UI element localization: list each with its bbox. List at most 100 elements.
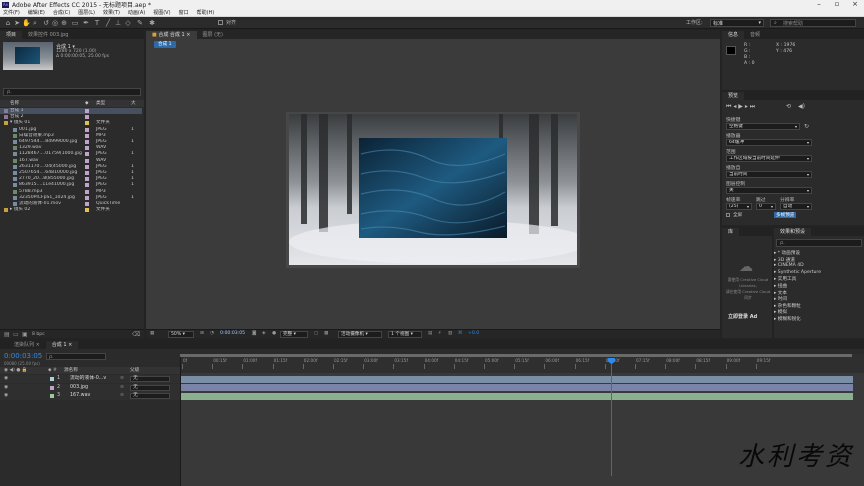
resolution-select[interactable]: 完整 ▾ [280,331,308,338]
effects-category-item[interactable]: ▸ 扭曲 [774,283,787,289]
pan-behind-tool-icon[interactable]: ⊕ [60,19,68,27]
shortcut-select[interactable]: 空格键 ▾ [726,123,800,130]
play-from-select[interactable]: 当前时间 ▾ [726,171,812,178]
fullscreen-checkbox[interactable] [726,213,730,217]
project-item[interactable]: 32350PICFpS1_1024.jpg JPEG 1 [0,195,142,201]
reset-icon[interactable]: ↻ [804,123,809,130]
label-color-swatch[interactable] [85,189,89,194]
label-color-swatch[interactable] [85,208,89,213]
menu-file[interactable]: 文件(F) [3,9,20,16]
effects-category-item[interactable]: ▸ 时间 [774,296,787,302]
rotate-tool-icon[interactable]: ↺ [42,19,50,27]
audio-icon[interactable]: ◀) [798,103,805,110]
video-visibility-icon[interactable]: ◉ [4,384,8,392]
views-select[interactable]: 1 个视图 ▾ [388,331,422,338]
first-frame-icon[interactable]: ⏮ [726,103,731,110]
trash-icon[interactable]: ⌫ [132,331,140,338]
skip-select[interactable]: 0 ▾ [756,203,776,210]
project-item[interactable]: ▸ 镜头 02 文件夹 [0,207,142,213]
new-folder-icon[interactable]: ▭ [13,331,19,338]
interpret-footage-icon[interactable]: ▤ [4,331,10,338]
label-color-swatch[interactable] [85,133,89,138]
range-select[interactable]: 工作区域按当前时间延伸 ▾ [726,155,812,162]
project-item[interactable]: 001.jpg JPEG 1 [0,127,142,133]
sign-in-button[interactable]: 立即登录 Ad [728,313,757,320]
project-item[interactable]: 863915....11e41000.jpg JPEG 1 [0,182,142,188]
playhead-line[interactable] [611,358,612,476]
label-col-icon[interactable]: ◆ [85,100,89,107]
layer-switch-icon[interactable]: ⊘ [120,384,124,392]
project-item[interactable]: 合成 1 [0,108,142,114]
comp-breadcrumb[interactable]: 合成 1 [154,41,176,48]
col-name[interactable]: 名称 [10,100,19,107]
play-icon[interactable]: ▶ [738,103,743,110]
project-item[interactable]: 2770_20...8(855000.jpg JPEG 1 [0,176,142,182]
bpc-label[interactable]: 8 bpc [32,332,45,337]
comp-timecode[interactable]: 0:00:03:05 [220,330,245,338]
transparency-grid-icon[interactable]: ▩ [324,330,328,338]
tab-preview[interactable]: 预览 [722,92,745,100]
effects-search-input[interactable]: ρ. [776,239,862,247]
layer-name[interactable]: 003.jpg [70,384,88,392]
camera-select[interactable]: 活动摄像机 ▾ [338,331,382,338]
tab-info[interactable]: 信息 [722,31,745,39]
menu-animation[interactable]: 动画(A) [128,9,145,16]
prev-frame-icon[interactable]: ◂ [733,103,736,110]
next-frame-icon[interactable]: ▸ [745,103,748,110]
menu-edit[interactable]: 编辑(E) [28,9,45,16]
effects-category-item[interactable]: ▸ 模糊和锐化 [774,316,801,322]
minimize-button[interactable]: – [810,0,828,9]
brush-tool-icon[interactable]: ╱ [104,19,112,27]
layer-label-color[interactable] [50,377,54,381]
comp-canvas[interactable] [289,114,577,265]
project-item[interactable]: 2507654....64810000.jpg JPEG 1 [0,170,142,176]
grid-icon[interactable]: ⊞ [200,330,204,338]
toggle-pixel-aspect-icon[interactable]: ▤ [428,330,432,338]
mask-visibility-icon[interactable]: ◔ [210,330,214,338]
project-item[interactable]: 流动的液体-01.mov QuickTime [0,201,142,207]
always-preview-icon[interactable]: ▦ [150,330,154,338]
layer-duration-bar[interactable] [181,384,853,391]
layer-duration-bar[interactable] [181,392,853,400]
project-item[interactable]: 合成 2 [0,114,142,120]
project-item[interactable]: 2631170....04(45000.jpg JPEG 1 [0,164,142,170]
close-tab-icon[interactable]: × [186,32,190,38]
channel-icon[interactable]: ● [272,330,276,338]
timeline-timecode[interactable]: 0:00:03:05 [4,352,42,360]
multi-frame-preview-button[interactable]: 多帧预览 [774,212,797,218]
fps-select[interactable]: (25) ▾ [726,203,752,210]
snapshot-icon[interactable]: ◙ [252,330,256,338]
workspace-select[interactable]: 标准 ▾ [710,19,764,27]
puppet-pin-tool-icon[interactable]: ✱ [148,19,156,27]
tab-libraries[interactable]: 库 [722,228,740,236]
project-item[interactable]: ▾ 镜头 01 文件夹 [0,120,142,126]
label-color-swatch[interactable] [85,121,89,126]
layer-label-color[interactable] [50,394,54,398]
effects-category-item[interactable]: ▸ 文本 [774,290,787,296]
maximize-button[interactable]: ▫ [828,0,846,9]
col-parent[interactable]: 父级 [130,367,139,374]
magnification-select[interactable]: 50% ▾ [168,331,194,338]
effects-category-item[interactable]: ▸ * 动画预设 [774,250,800,256]
effects-category-item[interactable]: ▸ 杂色和颗粒 [774,303,801,309]
hand-tool-icon[interactable]: ✋ [22,19,31,27]
text-tool-icon[interactable]: T [93,19,101,27]
label-color-swatch[interactable] [85,195,89,200]
roto-brush-tool-icon[interactable]: ✎ [136,19,144,27]
show-snapshot-icon[interactable]: ◈ [262,330,266,338]
last-frame-icon[interactable]: ⏭ [750,103,755,110]
project-item[interactable]: 白噪音效果.mp3 MP3 [0,133,142,139]
project-search-input[interactable]: ρ. [3,88,141,96]
tab-composition[interactable]: ■ 合成 合成 1 × [146,31,197,39]
col-source-name[interactable]: 源名称 [64,367,78,374]
clone-stamp-tool-icon[interactable]: ⊥ [114,19,122,27]
timeline-search-input[interactable]: ρ. [46,353,106,360]
col-size[interactable]: 大 [131,100,136,107]
include-select[interactable]: 64缓冲 ▾ [726,139,812,146]
menu-window[interactable]: 窗口 [179,9,189,16]
work-area-bar[interactable] [180,354,852,357]
timeline-icon[interactable]: ▥ [448,330,452,338]
effects-category-item[interactable]: ▸ 实用工具 [774,276,796,282]
flowchart-icon[interactable]: ⌘ [458,330,463,338]
menu-effect[interactable]: 效果(T) [103,9,120,16]
